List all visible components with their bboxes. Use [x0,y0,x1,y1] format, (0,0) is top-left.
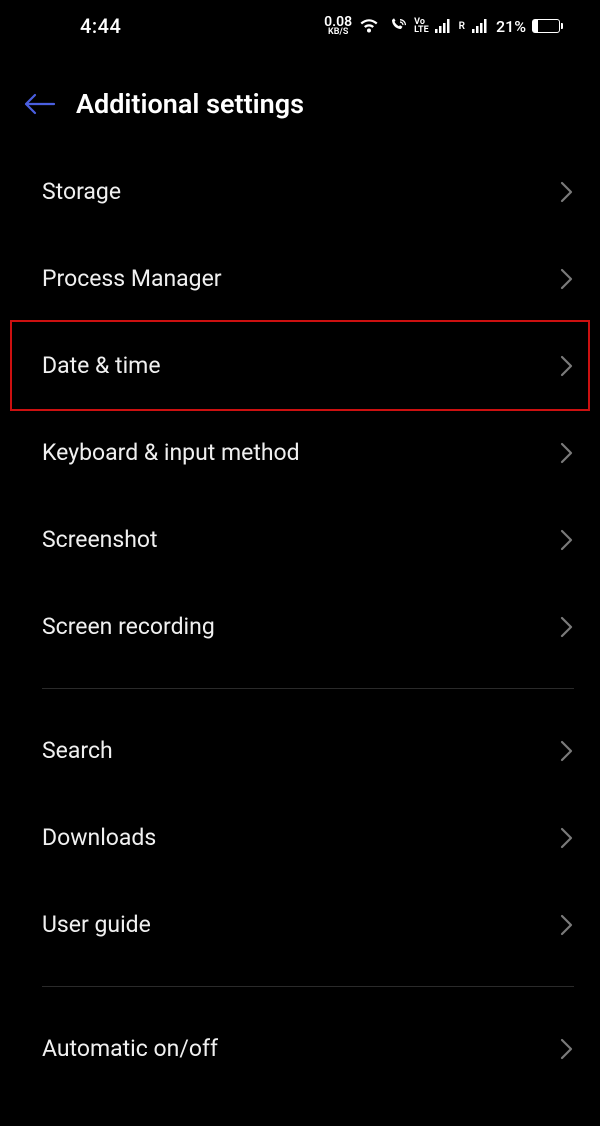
settings-item-label: Screen recording [42,613,215,640]
settings-item-user-guide[interactable]: User guide [0,881,600,968]
chevron-right-icon [560,268,574,290]
settings-item-label: Screenshot [42,526,158,553]
chevron-right-icon [560,529,574,551]
chevron-right-icon [560,355,574,377]
chevron-right-icon [560,740,574,762]
chevron-right-icon [560,442,574,464]
settings-item-date-time[interactable]: Date & time [10,320,590,411]
chevron-right-icon [560,1038,574,1060]
volte-icon: Vo LTE [414,18,429,34]
battery-percentage: 21% [496,17,526,36]
page-title: Additional settings [76,88,304,120]
chevron-right-icon [560,827,574,849]
settings-item-keyboard-input[interactable]: Keyboard & input method [0,409,600,496]
roaming-icon: R [459,21,465,32]
divider [42,986,574,987]
signal-sim2-icon [472,19,490,33]
settings-item-process-manager[interactable]: Process Manager [0,235,600,322]
settings-item-storage[interactable]: Storage [0,148,600,235]
settings-item-label: Process Manager [42,265,222,292]
settings-item-label: User guide [42,911,151,938]
settings-item-label: Automatic on/off [42,1035,218,1062]
settings-item-label: Downloads [42,824,156,851]
back-arrow-icon[interactable] [22,92,56,116]
divider [42,688,574,689]
settings-item-label: Storage [42,178,121,205]
settings-item-label: Date & time [42,352,161,379]
wifi-calling-icon [386,17,408,35]
chevron-right-icon [560,181,574,203]
chevron-right-icon [560,914,574,936]
settings-list: Storage Process Manager Date & time Keyb… [0,148,600,1092]
wifi-icon [358,17,380,35]
page-header: Additional settings [0,48,600,148]
battery-icon [532,19,560,33]
settings-item-screen-recording[interactable]: Screen recording [0,583,600,670]
status-bar: 4:44 0.08 KB/S Vo LTE R 21% [0,0,600,48]
settings-item-label: Search [42,737,113,764]
chevron-right-icon [560,616,574,638]
settings-item-downloads[interactable]: Downloads [0,794,600,881]
settings-item-automatic-onoff[interactable]: Automatic on/off [0,1005,600,1092]
settings-item-label: Keyboard & input method [42,439,300,466]
status-time: 4:44 [80,14,121,38]
signal-sim1-icon [435,19,453,33]
settings-item-screenshot[interactable]: Screenshot [0,496,600,583]
settings-item-search[interactable]: Search [0,707,600,794]
status-indicators: 0.08 KB/S Vo LTE R 21% [324,16,560,37]
network-speed-icon: 0.08 KB/S [324,16,352,37]
